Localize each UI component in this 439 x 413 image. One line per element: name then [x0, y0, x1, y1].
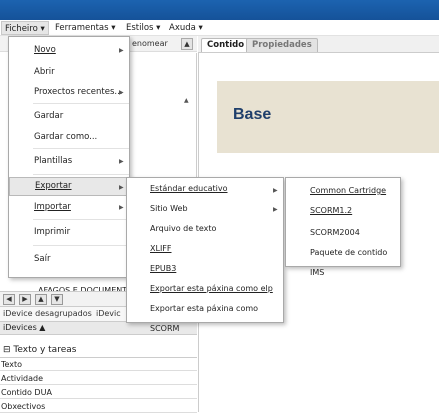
- menu-item-estandar[interactable]: Estándar educativo: [127, 180, 283, 199]
- menu-item-label: Exportar esta páxina como elp: [150, 284, 273, 293]
- menu-separator: [33, 245, 129, 246]
- menu-item-exportar[interactable]: Exportar: [9, 177, 129, 196]
- menu-item-common-cartridge[interactable]: Common Cartridge: [286, 181, 386, 201]
- menu-item-label: EPUB3: [150, 264, 177, 273]
- menu-item-novo[interactable]: Novo: [9, 38, 56, 62]
- menu-item-label: Proxectos recentes...: [34, 87, 123, 97]
- arrow-left-icon[interactable]: ◀: [3, 294, 15, 305]
- menu-item-export-scorm[interactable]: Exportar esta páxina como SCORM: [127, 299, 283, 333]
- menu-item-label: SCORM2004: [310, 228, 360, 237]
- idevice-item[interactable]: Contido DUA: [0, 386, 197, 399]
- tab-contido[interactable]: Contido: [201, 38, 251, 52]
- menu-item-label: Common Cartridge: [310, 186, 387, 195]
- menu-item-label: Gardar como...: [34, 132, 98, 142]
- page-title: Base: [233, 106, 272, 123]
- idevice-item[interactable]: Obxectivos: [0, 400, 197, 413]
- menu-item-importar[interactable]: Importar: [9, 197, 71, 217]
- submenu-arrow-icon: ▶: [119, 47, 124, 54]
- menu-item-label: Saír: [34, 254, 51, 264]
- page-banner: Base: [217, 81, 439, 153]
- menu-separator: [33, 174, 129, 175]
- menu-item-recent[interactable]: Proxectos recentes...: [9, 82, 122, 102]
- menu-separator: [33, 219, 129, 220]
- submenu-arrow-icon: ▶: [119, 89, 124, 96]
- menu-item-sitio-web[interactable]: Sitio Web: [127, 199, 188, 219]
- menu-ferramentas[interactable]: Ferramentas ▾: [52, 21, 119, 35]
- menu-ficheiro[interactable]: Ficheiro ▾: [1, 21, 49, 35]
- file-menu: Novo ▶ Abrir Proxectos recentes... ▶ Gar…: [8, 36, 130, 278]
- menu-item-label: XLIFF: [150, 244, 172, 253]
- scroll-up-icon[interactable]: ▲: [184, 97, 189, 104]
- menu-item-scorm2004[interactable]: SCORM2004: [286, 223, 360, 243]
- menu-item-plantillas[interactable]: Plantillas: [9, 150, 72, 172]
- standard-submenu: Common Cartridge SCORM1.2 SCORM2004 Paqu…: [285, 177, 401, 277]
- menu-item-ims[interactable]: Paquete de contido IMS: [286, 243, 400, 277]
- menu-item-export-elp[interactable]: Exportar esta páxina como elp: [127, 279, 273, 299]
- category-header[interactable]: ⊟ Texto y tareas: [0, 343, 197, 358]
- arrow-down-icon[interactable]: ▼: [51, 294, 63, 305]
- tab-propiedades[interactable]: Propiedades: [246, 38, 318, 52]
- arrow-up-icon[interactable]: ▲: [35, 294, 47, 305]
- menu-item-label: Sitio Web: [150, 204, 188, 213]
- menu-estilos[interactable]: Estilos ▾: [123, 21, 163, 35]
- content-tabs: Contido Propiedades: [198, 36, 439, 53]
- menu-item-scorm12[interactable]: SCORM1.2: [286, 202, 400, 221]
- menu-item-label: Imprimir: [34, 227, 71, 237]
- submenu-arrow-icon: ▶: [119, 158, 124, 165]
- menu-item-label: Arquivo de texto: [150, 224, 217, 233]
- menu-item-arquivo-texto[interactable]: Arquivo de texto: [127, 219, 216, 239]
- menu-item-gardar[interactable]: Gardar: [9, 105, 63, 127]
- arrow-right-icon[interactable]: ▶: [19, 294, 31, 305]
- tab-idevice-grouped[interactable]: iDevic: [96, 309, 121, 318]
- menu-item-label: Plantillas: [34, 156, 73, 166]
- menu-axuda[interactable]: Axuda ▾: [166, 21, 206, 35]
- submenu-arrow-icon: ▶: [273, 206, 278, 213]
- menu-item-label: Exportar: [35, 181, 72, 191]
- idevice-item[interactable]: Actividade: [0, 372, 197, 385]
- rename-label[interactable]: enomear: [132, 39, 168, 48]
- submenu-arrow-icon: ▶: [273, 187, 278, 194]
- menu-separator: [33, 148, 129, 149]
- menu-item-gardar-como[interactable]: Gardar como...: [9, 127, 97, 147]
- idevice-item[interactable]: Texto: [0, 358, 197, 371]
- menu-item-label: Abrir: [34, 67, 55, 77]
- menu-item-label: Gardar: [34, 111, 64, 121]
- menu-item-epub3[interactable]: EPUB3: [127, 259, 176, 279]
- menu-item-xliff[interactable]: XLIFF: [127, 239, 172, 259]
- export-submenu: Estándar educativo ▶ Sitio Web ▶ Arquivo…: [126, 177, 284, 333]
- menu-separator: [33, 103, 129, 104]
- menubar: Ficheiro ▾ Ferramentas ▾ Estilos ▾ Axuda…: [0, 20, 439, 36]
- submenu-arrow-icon: ▶: [119, 204, 124, 211]
- menu-item-imprimir[interactable]: Imprimir: [9, 221, 70, 243]
- menu-item-label: Estándar educativo: [150, 184, 228, 193]
- menu-item-label: SCORM1.2: [310, 206, 353, 215]
- app-header-bar: [0, 0, 439, 20]
- move-icon[interactable]: ▲: [181, 38, 193, 50]
- menu-item-label: Novo: [34, 45, 56, 55]
- tab-idevice-ungrouped[interactable]: iDevice desagrupados: [3, 309, 92, 318]
- menu-item-abrir[interactable]: Abrir: [9, 62, 55, 82]
- menu-item-sair[interactable]: Saír: [9, 248, 50, 270]
- menu-item-label: Importar: [34, 202, 71, 212]
- submenu-arrow-icon: ▶: [119, 184, 124, 191]
